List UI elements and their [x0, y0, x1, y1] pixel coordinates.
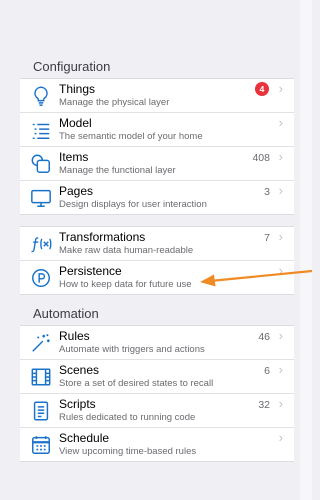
- persistence-title: Persistence: [59, 264, 122, 278]
- scenes-count: 6: [264, 365, 270, 377]
- schedule-title: Schedule: [59, 431, 110, 445]
- rules-title: Rules: [59, 329, 90, 343]
- items-subtitle: Manage the functional layer: [59, 165, 176, 176]
- chevron-right-icon: ›: [278, 149, 283, 164]
- menu-item-rules[interactable]: Rules Automate with triggers and actions…: [20, 326, 294, 360]
- chevron-right-icon: ›: [278, 183, 283, 198]
- chevron-right-icon: ›: [278, 362, 283, 377]
- menu-item-pages[interactable]: Pages Design displays for user interacti…: [20, 181, 294, 214]
- menu-item-scripts[interactable]: Scripts Rules dedicated to running code …: [20, 394, 294, 428]
- section-title-configuration: Configuration: [33, 59, 111, 74]
- things-alert-badge: 4: [255, 82, 269, 96]
- chevron-right-icon: ›: [278, 81, 283, 96]
- transformations-subtitle: Make raw data human-readable: [59, 245, 194, 256]
- transformations-title: Transformations: [59, 230, 146, 244]
- lightbulb-icon: [30, 85, 52, 107]
- model-subtitle: The semantic model of your home: [59, 131, 203, 142]
- rules-subtitle: Automate with triggers and actions: [59, 344, 205, 355]
- menu-item-things[interactable]: Things Manage the physical layer 4 ›: [20, 79, 294, 113]
- things-title: Things: [59, 82, 96, 96]
- scripts-count: 32: [258, 399, 270, 411]
- scripts-title: Scripts: [59, 397, 96, 411]
- rules-count: 46: [258, 331, 270, 343]
- annotation-arrow-icon: [200, 269, 312, 287]
- chevron-right-icon: ›: [278, 328, 283, 343]
- scenes-subtitle: Store a set of desired states to recall: [59, 378, 214, 389]
- function-icon: [30, 233, 52, 255]
- schedule-subtitle: View upcoming time-based rules: [59, 446, 197, 457]
- chevron-right-icon: ›: [278, 115, 283, 130]
- chevron-right-icon: ›: [278, 396, 283, 411]
- monitor-icon: [30, 187, 52, 209]
- right-panel-edge: [300, 0, 312, 500]
- menu-item-transformations[interactable]: Transformations Make raw data human-read…: [20, 227, 294, 261]
- persistence-icon: [30, 267, 52, 289]
- automation-group: Rules Automate with triggers and actions…: [20, 325, 294, 462]
- pages-title: Pages: [59, 184, 94, 198]
- configuration-group: Things Manage the physical layer 4 › Mod…: [20, 78, 294, 215]
- film-icon: [30, 366, 52, 388]
- chevron-right-icon: ›: [278, 229, 283, 244]
- scripts-subtitle: Rules dedicated to running code: [59, 412, 196, 423]
- chevron-right-icon: ›: [278, 430, 283, 445]
- magic-wand-icon: [30, 332, 52, 354]
- items-title: Items: [59, 150, 89, 164]
- model-title: Model: [59, 116, 92, 130]
- pages-count: 3: [264, 186, 270, 198]
- scenes-title: Scenes: [59, 363, 100, 377]
- transformations-count: 7: [264, 232, 270, 244]
- menu-item-items[interactable]: Items Manage the functional layer 408 ›: [20, 147, 294, 181]
- calendar-icon: [30, 434, 52, 456]
- section-title-automation: Automation: [33, 306, 99, 321]
- menu-item-scenes[interactable]: Scenes Store a set of desired states to …: [20, 360, 294, 394]
- list-icon: [30, 119, 52, 141]
- menu-item-schedule[interactable]: Schedule View upcoming time-based rules …: [20, 428, 294, 461]
- menu-item-model[interactable]: Model The semantic model of your home ›: [20, 113, 294, 147]
- things-subtitle: Manage the physical layer: [59, 97, 170, 108]
- document-icon: [30, 400, 52, 422]
- items-count: 408: [252, 152, 270, 164]
- pages-subtitle: Design displays for user interaction: [59, 199, 207, 210]
- persistence-subtitle: How to keep data for future use: [59, 279, 192, 290]
- squares-icon: [30, 153, 52, 175]
